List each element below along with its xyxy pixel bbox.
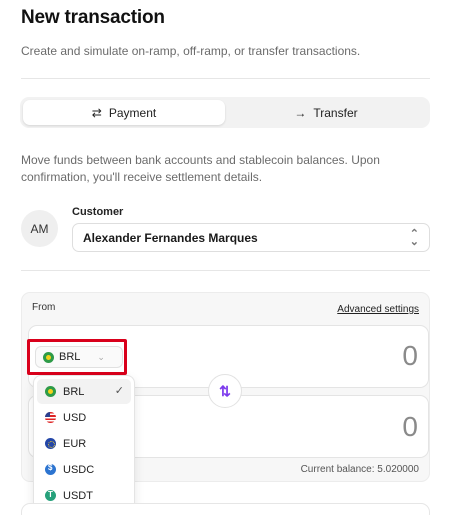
tab-transfer-label: Transfer: [313, 105, 358, 120]
usdc-coin-icon: [45, 463, 56, 475]
from-label: From: [32, 302, 56, 313]
header-divider: [21, 78, 430, 79]
arrows-exchange-icon: ⇄: [91, 105, 102, 120]
transaction-description: Move funds between bank accounts and sta…: [21, 153, 380, 184]
tab-transfer[interactable]: → Transfer: [225, 100, 427, 125]
us-flag-icon: [45, 412, 56, 423]
avatar: AM: [21, 210, 58, 247]
page-title: New transaction: [21, 7, 165, 28]
page-subtitle: Create and simulate on-ramp, off-ramp, o…: [21, 44, 361, 58]
current-balance: Current balance: 5.020000: [300, 464, 419, 475]
swap-direction-button[interactable]: ⇅: [208, 374, 242, 408]
tab-payment[interactable]: ⇄ Payment: [23, 100, 225, 125]
customer-label: Customer: [72, 206, 124, 218]
brazil-flag-icon: [45, 386, 56, 397]
usdt-coin-icon: [45, 490, 56, 501]
currency-option-label: USDC: [63, 463, 95, 476]
eu-flag-icon: [45, 438, 56, 449]
check-icon: ✓: [114, 385, 124, 397]
destination-amount-input[interactable]: 0: [402, 411, 418, 443]
currency-option-label: USDT: [63, 489, 93, 502]
section-divider: [21, 270, 430, 271]
arrow-right-icon: →: [294, 105, 307, 120]
tab-payment-label: Payment: [108, 105, 157, 120]
next-section-card: [21, 503, 430, 515]
customer-select[interactable]: Alexander Fernandes Marques ⌃ ⌄: [72, 223, 430, 252]
customer-select-value: Alexander Fernandes Marques: [83, 230, 258, 245]
currency-option-label: EUR: [63, 437, 87, 450]
currency-option-label: USD: [63, 411, 87, 424]
currency-option-eur[interactable]: EUR: [37, 431, 131, 456]
swap-arrows-icon: ⇅: [219, 382, 231, 399]
currency-dropdown-menu: BRL ✓ USD EUR USDC USDT: [33, 375, 135, 511]
currency-option-brl[interactable]: BRL ✓: [37, 379, 131, 404]
transaction-type-toggle: ⇄ Payment → Transfer: [20, 97, 430, 128]
currency-option-label: BRL: [63, 385, 85, 398]
chevron-up-down-icon: ⌃ ⌄: [409, 228, 419, 248]
source-amount-input[interactable]: 0: [402, 340, 418, 372]
advanced-settings-link[interactable]: Advanced settings: [337, 304, 419, 315]
currency-option-usd[interactable]: USD: [37, 405, 131, 430]
currency-select-highlight: [27, 339, 127, 375]
currency-option-usdc[interactable]: USDC: [37, 457, 131, 482]
